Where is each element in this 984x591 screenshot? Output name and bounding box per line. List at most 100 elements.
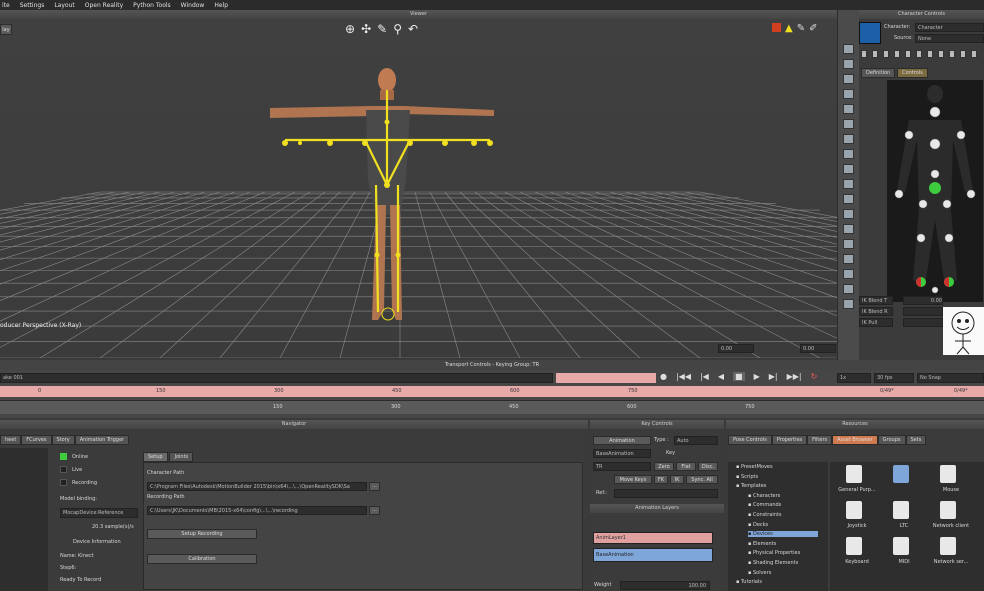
resources-tree-item[interactable]: ▪ PresetMoves	[736, 464, 773, 470]
ref-field[interactable]	[614, 489, 718, 498]
menu-item-4[interactable]: Python Tools	[133, 2, 171, 9]
cube-tool-icon[interactable]	[843, 299, 854, 309]
menu-item-5[interactable]: Window	[181, 2, 205, 9]
resources-tree-item[interactable]: ▪ Devices	[748, 531, 818, 538]
recording-path-browse[interactable]: ...	[369, 506, 380, 515]
pin-rotation-icon[interactable]	[916, 50, 922, 58]
ik-slider-value[interactable]: 0.00	[903, 296, 943, 305]
flat-button[interactable]: Flat	[676, 462, 696, 471]
asset-icon[interactable]	[893, 465, 909, 483]
character-path-input[interactable]: C:\Program Files\Autodesk\MotionBuilder …	[147, 482, 367, 491]
selection-icon[interactable]	[894, 50, 900, 58]
viewer-panel[interactable]	[0, 10, 984, 359]
asset-icon[interactable]	[846, 537, 862, 555]
type-select[interactable]: Auto	[674, 436, 718, 445]
full-body-icon[interactable]	[872, 50, 878, 58]
character-path-browse[interactable]: ...	[369, 482, 380, 491]
tab-controls[interactable]: Controls	[897, 68, 928, 78]
resources-tree-item[interactable]: ▪ Characters	[748, 493, 780, 499]
tr-select[interactable]: TR	[593, 462, 651, 471]
pin-translation-icon[interactable]	[905, 50, 911, 58]
shader-tool-icon[interactable]	[843, 224, 854, 234]
viewer-value-1[interactable]: 0.00	[718, 344, 754, 353]
viewer-3d-scene[interactable]	[0, 10, 984, 359]
undo-icon[interactable]: ↶	[408, 22, 418, 36]
asset-icon[interactable]	[893, 537, 909, 555]
resources-tab[interactable]: Pose Controls	[728, 435, 772, 445]
resources-tab[interactable]: Properties	[771, 435, 808, 445]
shading-icon[interactable]: ▲	[785, 23, 793, 34]
asset-icon[interactable]	[893, 501, 909, 519]
constraint-tool-icon[interactable]	[843, 254, 854, 264]
body-part-icon[interactable]	[883, 50, 889, 58]
ik-button[interactable]: IK	[670, 475, 684, 484]
resources-tree-item[interactable]: ▪ Decks	[748, 522, 768, 528]
ik-slider-value[interactable]	[903, 307, 943, 316]
pin-icon[interactable]: ✎	[797, 23, 805, 34]
layer-base-animation[interactable]: BaseAnimation	[593, 548, 713, 562]
texture-tool-icon[interactable]	[843, 209, 854, 219]
zoom-icon[interactable]: ⚲	[393, 22, 402, 36]
zero-button[interactable]: Zero	[654, 462, 674, 471]
character-select[interactable]: Character	[915, 23, 984, 32]
navigator-tab[interactable]: heet	[0, 435, 22, 445]
asset-icon[interactable]	[846, 465, 862, 483]
recording-checkbox[interactable]	[60, 479, 67, 486]
brush-icon[interactable]: ✐	[809, 23, 817, 34]
mirror-icon[interactable]	[960, 50, 966, 58]
resources-tree-item[interactable]: ▪ Scripts	[736, 474, 758, 480]
resources-tree[interactable]: ▪ PresetMoves ▪ Scripts ▪ Templates ▪ Chara…	[728, 462, 828, 591]
menu-item-0[interactable]: ite	[2, 2, 10, 9]
stop-icon[interactable]: ■	[733, 372, 745, 381]
camera-tool-icon[interactable]	[843, 179, 854, 189]
time-display[interactable]	[556, 373, 656, 383]
reach-icon[interactable]	[938, 50, 944, 58]
menu-item-3[interactable]: Open Reality	[85, 2, 123, 9]
resources-tab[interactable]: Groups	[877, 435, 906, 445]
effect-tool-icon[interactable]	[843, 239, 854, 249]
pencil-icon[interactable]: ✎	[377, 22, 387, 36]
take-select[interactable]: ake 001	[0, 373, 553, 383]
menu-item-1[interactable]: Settings	[20, 2, 45, 9]
navigator-tree[interactable]	[0, 448, 48, 591]
resources-tree-item[interactable]: ▪ Commands	[748, 502, 781, 508]
orbit-icon[interactable]: ⊕	[345, 22, 355, 36]
move-keys-button[interactable]: Move Keys	[614, 475, 652, 484]
play-icon[interactable]: ▶	[754, 372, 760, 381]
key-tool-icon[interactable]	[843, 149, 854, 159]
select-tool-icon[interactable]	[843, 119, 854, 129]
move-tool-icon[interactable]	[843, 59, 854, 69]
tab-definition[interactable]: Definition	[861, 68, 896, 78]
display-mode-icon[interactable]	[772, 23, 781, 32]
ik-slider-row[interactable]: IK Blend T 0.00	[859, 296, 943, 306]
setup-recording-button[interactable]: Setup Recording	[147, 529, 257, 539]
resources-tab[interactable]: Sets	[905, 435, 927, 445]
source-select[interactable]: None	[915, 34, 984, 43]
ik-slider-row[interactable]: IK Pull	[859, 318, 943, 328]
layer-anim1[interactable]: AnimLayer1	[593, 532, 713, 544]
arrow-tool-icon[interactable]	[843, 44, 854, 54]
resources-tree-item[interactable]: ▪ Tutorials	[736, 579, 762, 585]
prev-key-icon[interactable]: |◀	[700, 372, 709, 381]
null-tool-icon[interactable]	[843, 284, 854, 294]
stance-icon[interactable]	[949, 50, 955, 58]
timeline-panel[interactable]: ake 001 ● |◀◀ |◀ ◀ ■ ▶ ▶| ▶▶| ↻ 1x 30 fp…	[0, 370, 984, 418]
resources-tree-item[interactable]: ▪ Physical Properties	[748, 550, 800, 556]
loop-icon[interactable]: ↻	[811, 372, 818, 381]
animation-button[interactable]: Animation	[593, 436, 651, 445]
move-icon[interactable]: ✣	[361, 22, 371, 36]
tab-setup[interactable]: Setup	[143, 452, 168, 462]
asset-icon[interactable]	[940, 501, 956, 519]
record-icon[interactable]: ●	[660, 372, 667, 381]
sync-all-button[interactable]: Sync. All	[686, 475, 718, 484]
group-tool-icon[interactable]	[843, 269, 854, 279]
character-control-rig[interactable]	[887, 80, 983, 302]
next-key-icon[interactable]: ▶|	[769, 372, 778, 381]
resources-tab[interactable]: Asset Browser	[832, 435, 878, 445]
layer-select[interactable]: BaseAnimation	[593, 449, 651, 458]
snap-tool-icon[interactable]	[843, 104, 854, 114]
resources-tree-item[interactable]: ▪ Shading Elements	[748, 560, 798, 566]
speed-select[interactable]: 1x	[837, 373, 871, 383]
resources-tree-item[interactable]: ▪ Templates	[736, 483, 766, 489]
viewer-value-2[interactable]: 0.00	[800, 344, 836, 353]
